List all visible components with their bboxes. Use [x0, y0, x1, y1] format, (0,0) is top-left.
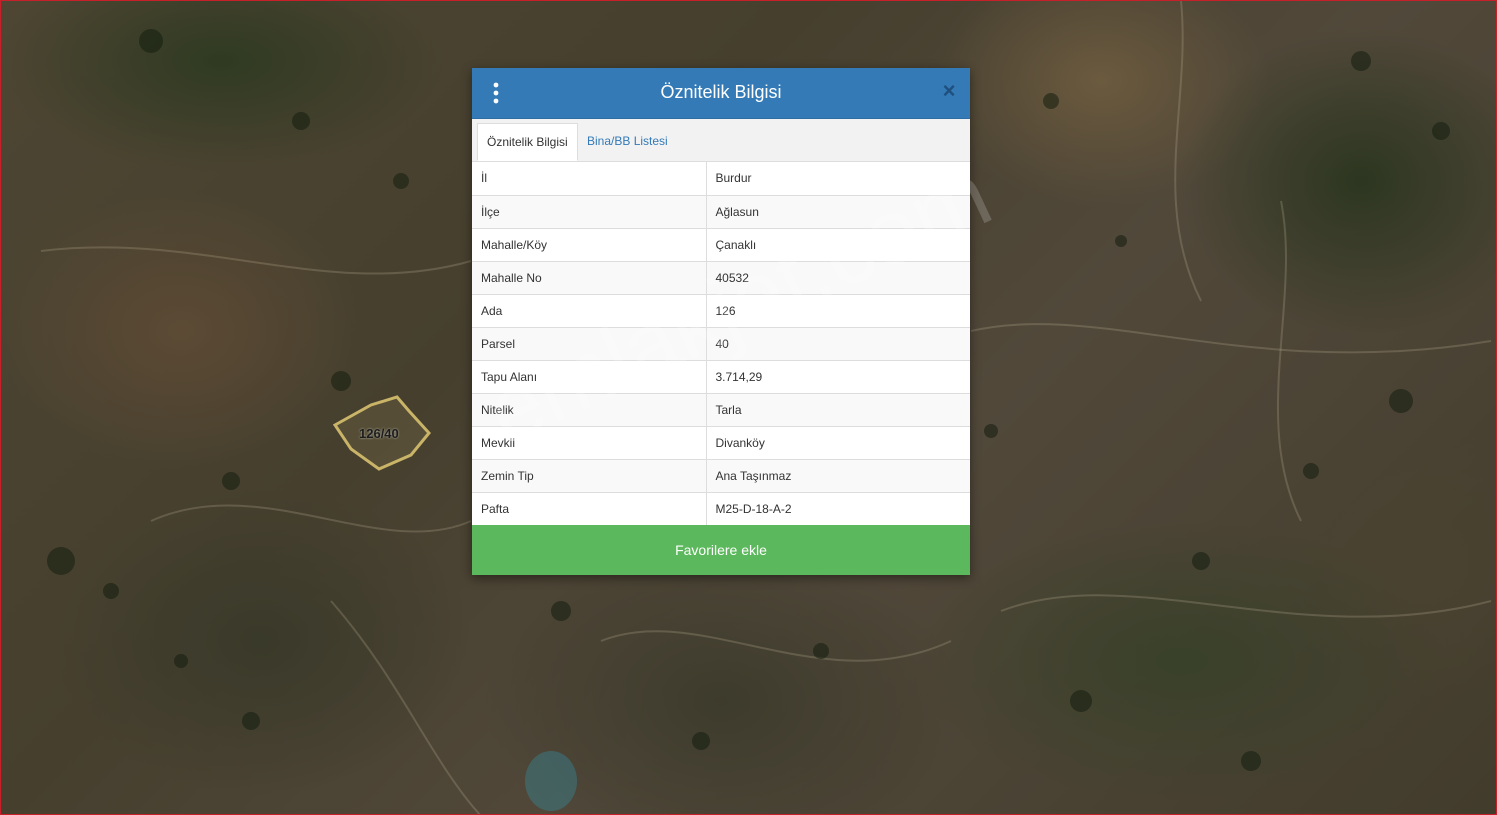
attribute-value: Burdur: [706, 162, 970, 195]
attribute-table: İl Burdur İlçe Ağlasun Mahalle/Köy Çanaklı Mah…: [472, 162, 970, 525]
tab-bar: Öznitelik Bilgisi Bina/BB Listesi: [472, 119, 970, 162]
attribute-key: İlçe: [472, 194, 707, 228]
add-to-favorites-button[interactable]: Favorilere ekle: [472, 525, 970, 575]
attribute-value: 126: [706, 293, 970, 327]
attribute-value: Ağlasun: [706, 194, 970, 228]
table-row: Mevkii Divanköy: [472, 425, 970, 459]
table-row: İl Burdur: [472, 162, 970, 195]
attribute-value: Divanköy: [706, 425, 970, 459]
table-row: İlçe Ağlasun: [472, 194, 970, 228]
attribute-key: Mahalle No: [472, 260, 707, 294]
attribute-key: Nitelik: [472, 392, 707, 426]
table-row: Mahalle No 40532: [472, 260, 970, 294]
attribute-value: Çanaklı: [706, 227, 970, 261]
attribute-value: 40: [706, 326, 970, 360]
table-row: Mahalle/Köy Çanaklı: [472, 227, 970, 261]
tab-attribute-info[interactable]: Öznitelik Bilgisi: [477, 123, 578, 161]
parcel-label: 126/40: [359, 426, 399, 441]
attribute-key: Mahalle/Köy: [472, 227, 707, 261]
attribute-key: Mevkii: [472, 425, 707, 459]
table-row: Nitelik Tarla: [472, 392, 970, 426]
close-icon[interactable]: ×: [938, 80, 960, 102]
table-row: Parsel 40: [472, 326, 970, 360]
dialog-header: Öznitelik Bilgisi ×: [472, 68, 970, 119]
dialog-title: Öznitelik Bilgisi: [660, 82, 782, 102]
attribute-value: M25-D-18-A-2: [706, 491, 970, 525]
tab-building-list[interactable]: Bina/BB Listesi: [578, 123, 677, 160]
table-row: Zemin Tip Ana Taşınmaz: [472, 458, 970, 492]
attribute-key: Ada: [472, 293, 707, 327]
attribute-key: İl: [472, 162, 707, 195]
attribute-key: Pafta: [472, 491, 707, 525]
attribute-value: Ana Taşınmaz: [706, 458, 970, 492]
table-row: Ada 126: [472, 293, 970, 327]
attribute-key: Zemin Tip: [472, 458, 707, 492]
attribute-key: Tapu Alanı: [472, 359, 707, 393]
attribute-value: 3.714,29: [706, 359, 970, 393]
table-row: Pafta M25-D-18-A-2: [472, 491, 970, 525]
attribute-key: Parsel: [472, 326, 707, 360]
table-row: Tapu Alanı 3.714,29: [472, 359, 970, 393]
attribute-value: 40532: [706, 260, 970, 294]
attribute-value: Tarla: [706, 392, 970, 426]
attribute-info-dialog: Öznitelik Bilgisi × Öznitelik Bilgisi Bi…: [472, 68, 970, 575]
